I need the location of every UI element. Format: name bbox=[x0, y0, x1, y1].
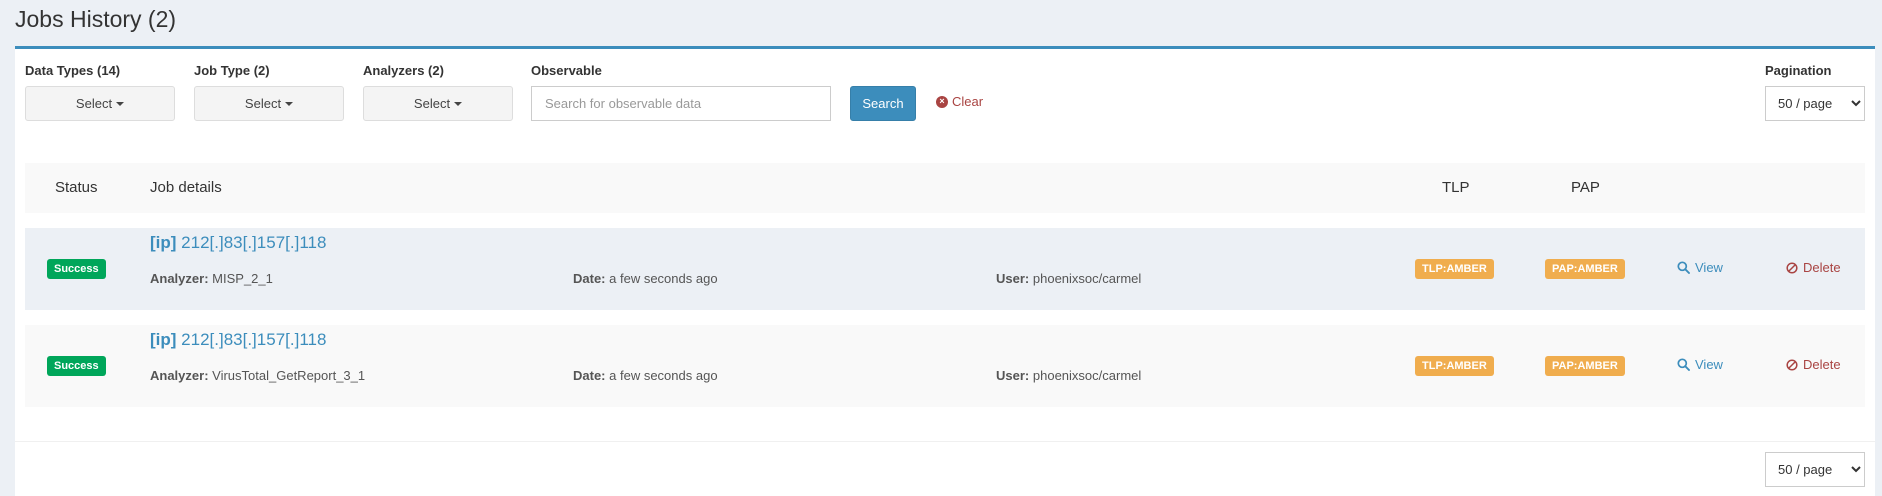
view-label: View bbox=[1695, 260, 1723, 275]
job-type-select-text: Select bbox=[244, 96, 282, 111]
analyzer-label: Analyzer: bbox=[150, 271, 209, 286]
ban-icon bbox=[1786, 261, 1798, 274]
page-title: Jobs History (2) bbox=[15, 6, 177, 32]
clear-link-label: Clear bbox=[952, 94, 984, 109]
data-types-select-text: Select bbox=[75, 96, 113, 111]
header-tlp: TLP bbox=[1442, 179, 1470, 196]
search-icon bbox=[1677, 358, 1690, 371]
observable-type: [ip] bbox=[150, 233, 177, 252]
analyzers-select[interactable]: Select bbox=[363, 86, 513, 121]
table-row: Success [ip] 212[.]83[.]157[.]118 Analyz… bbox=[25, 228, 1865, 310]
caret-down-icon bbox=[285, 101, 294, 106]
pap-badge: PAP:AMBER bbox=[1545, 259, 1625, 279]
tlp-badge: TLP:AMBER bbox=[1415, 259, 1494, 279]
observable-link[interactable]: [ip] 212[.]83[.]157[.]118 bbox=[150, 330, 326, 350]
observable-label: Observable bbox=[531, 63, 602, 78]
header-job-details: Job details bbox=[150, 179, 222, 196]
times-circle-icon: × bbox=[936, 95, 948, 108]
header-pap: PAP bbox=[1571, 179, 1600, 196]
date-value: a few seconds ago bbox=[609, 368, 718, 383]
view-button[interactable]: View bbox=[1677, 260, 1723, 275]
delete-label: Delete bbox=[1803, 357, 1841, 372]
date-info: Date: a few seconds ago bbox=[573, 368, 718, 383]
user-info: User: phoenixsoc/carmel bbox=[996, 271, 1141, 286]
user-value: phoenixsoc/carmel bbox=[1032, 271, 1142, 286]
page-size-select-top[interactable]: 50 / page bbox=[1765, 86, 1865, 121]
view-button[interactable]: View bbox=[1677, 357, 1723, 372]
delete-label: Delete bbox=[1803, 260, 1841, 275]
date-label: Date: bbox=[573, 368, 606, 383]
data-types-label: Data Types (14) bbox=[25, 63, 121, 78]
data-types-select[interactable]: Select bbox=[25, 86, 175, 121]
caret-down-icon bbox=[454, 101, 463, 106]
observable-value: 212[.]83[.]157[.]118 bbox=[181, 330, 327, 349]
footer-divider bbox=[15, 441, 1875, 442]
job-type-select[interactable]: Select bbox=[194, 86, 344, 121]
analyzer-value: MISP_2_1 bbox=[212, 271, 273, 286]
pap-badge: PAP:AMBER bbox=[1545, 356, 1625, 376]
job-type-label: Job Type (2) bbox=[194, 63, 270, 78]
status-badge: Success bbox=[47, 356, 106, 376]
date-value: a few seconds ago bbox=[609, 271, 718, 286]
status-badge: Success bbox=[47, 259, 106, 279]
pagination-label: Pagination bbox=[1765, 63, 1832, 78]
user-label: User: bbox=[996, 271, 1030, 286]
user-info: User: phoenixsoc/carmel bbox=[996, 368, 1141, 383]
date-info: Date: a few seconds ago bbox=[573, 271, 718, 286]
observable-link[interactable]: [ip] 212[.]83[.]157[.]118 bbox=[150, 233, 326, 253]
tlp-badge: TLP:AMBER bbox=[1415, 356, 1494, 376]
clear-link[interactable]: × Clear bbox=[936, 94, 983, 109]
ban-icon bbox=[1786, 358, 1798, 371]
observable-value: 212[.]83[.]157[.]118 bbox=[181, 233, 327, 252]
observable-search-input[interactable] bbox=[531, 86, 831, 121]
analyzer-info: Analyzer: VirusTotal_GetReport_3_1 bbox=[150, 368, 365, 383]
analyzer-value: VirusTotal_GetReport_3_1 bbox=[212, 368, 366, 383]
user-label: User: bbox=[996, 368, 1030, 383]
analyzers-label: Analyzers (2) bbox=[363, 63, 444, 78]
observable-type: [ip] bbox=[150, 330, 177, 349]
user-value: phoenixsoc/carmel bbox=[1032, 368, 1142, 383]
delete-button[interactable]: Delete bbox=[1786, 357, 1841, 372]
table-row: Success [ip] 212[.]83[.]157[.]118 Analyz… bbox=[25, 325, 1865, 407]
delete-button[interactable]: Delete bbox=[1786, 260, 1841, 275]
view-label: View bbox=[1695, 357, 1723, 372]
jobs-panel: Data Types (14) Job Type (2) Analyzers (… bbox=[15, 46, 1875, 496]
analyzer-label: Analyzer: bbox=[150, 368, 209, 383]
header-status: Status bbox=[55, 179, 98, 196]
search-icon bbox=[1677, 261, 1690, 274]
date-label: Date: bbox=[573, 271, 606, 286]
analyzers-select-text: Select bbox=[413, 96, 451, 111]
search-button[interactable]: Search bbox=[850, 86, 916, 121]
caret-down-icon bbox=[116, 101, 125, 106]
page-size-select-bottom[interactable]: 50 / page bbox=[1765, 452, 1865, 487]
table-header: Status Job details TLP PAP bbox=[25, 163, 1865, 213]
analyzer-info: Analyzer: MISP_2_1 bbox=[150, 271, 273, 286]
